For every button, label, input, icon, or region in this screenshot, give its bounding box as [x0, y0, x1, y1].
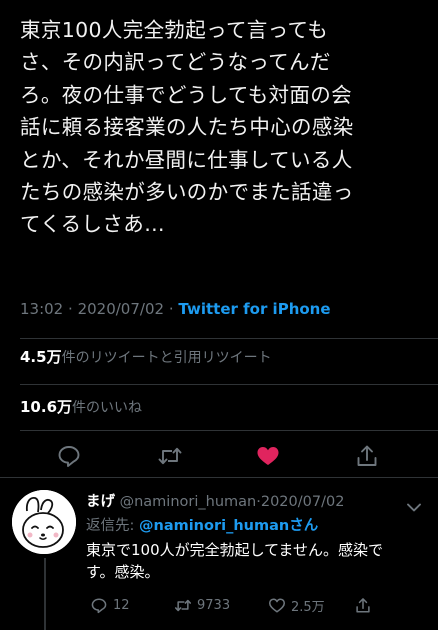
retweet-count: 4.5万 [20, 348, 62, 366]
heart-icon [268, 597, 286, 614]
reply-retweet-button[interactable]: 9733 [174, 594, 230, 616]
reply-display-name[interactable]: まげ [86, 494, 115, 510]
reply-icon [56, 444, 82, 468]
tweet-source-link[interactable]: Twitter for iPhone [178, 300, 330, 318]
reply-action-bar: 12 9733 2.5万 [86, 594, 426, 616]
tweet-meta: 13:02 · 2020/07/02 · Twitter for iPhone [20, 298, 331, 320]
divider [20, 338, 438, 339]
reply-like-button[interactable]: 2.5万 [268, 594, 325, 616]
reply-share-button[interactable] [354, 594, 372, 616]
divider [20, 430, 438, 431]
tweet-date[interactable]: 2020/07/02 [78, 300, 164, 318]
reply-icon [90, 597, 108, 614]
like-stats-label: 件のいいね [72, 400, 143, 416]
replying-to-mention[interactable]: @naminori_humanさん [139, 518, 318, 534]
tweet-text: 東京100人完全勃起って言っても さ、その内訳ってどうなってんだ ろ。夜の仕事で… [20, 18, 354, 237]
meta-separator: · [68, 300, 73, 318]
cartoon-rabbit-avatar-icon [12, 490, 76, 554]
like-count: 10.6万 [20, 398, 73, 416]
reply-retweet-count: 9733 [197, 597, 231, 613]
reply-header: まげ @naminori_human·2020/07/02 [86, 492, 344, 512]
avatar[interactable] [12, 490, 76, 554]
reply-handle[interactable]: @naminori_human [120, 494, 257, 510]
reply-like-count: 2.5万 [291, 599, 325, 615]
reply-date[interactable]: 2020/07/02 [261, 494, 345, 510]
like-stats[interactable]: 10.6万件のいいね [20, 396, 142, 419]
retweet-icon [174, 597, 192, 614]
share-icon [354, 444, 380, 468]
divider [20, 384, 438, 385]
reply-reply-button[interactable]: 12 [90, 594, 130, 616]
replying-to: 返信先: @naminori_humanさん [86, 516, 318, 536]
retweet-stats[interactable]: 4.5万件のリツイートと引用リツイート [20, 346, 272, 369]
like-button[interactable] [255, 444, 281, 468]
replying-to-label: 返信先: [86, 518, 139, 534]
reply-button[interactable] [56, 444, 82, 468]
chevron-down-icon [404, 498, 424, 517]
heart-icon [255, 444, 281, 468]
thread-line [44, 558, 46, 630]
retweet-icon [157, 444, 183, 468]
share-button[interactable] [354, 444, 380, 468]
meta-separator: · [168, 300, 174, 318]
more-options-button[interactable] [404, 498, 424, 512]
reply-reply-count: 12 [113, 597, 130, 613]
tweet-action-bar [0, 438, 438, 474]
tweet-time[interactable]: 13:02 [20, 300, 63, 318]
retweet-button[interactable] [157, 444, 183, 468]
share-icon [354, 597, 372, 614]
reply-tweet[interactable]: まげ @naminori_human·2020/07/02 返信先: @nami… [0, 478, 438, 630]
retweet-stats-label: 件のリツイートと引用リツイート [61, 350, 272, 366]
reply-text: 東京で100人が完全勃起してません。感染で す。感染。 [86, 541, 383, 581]
